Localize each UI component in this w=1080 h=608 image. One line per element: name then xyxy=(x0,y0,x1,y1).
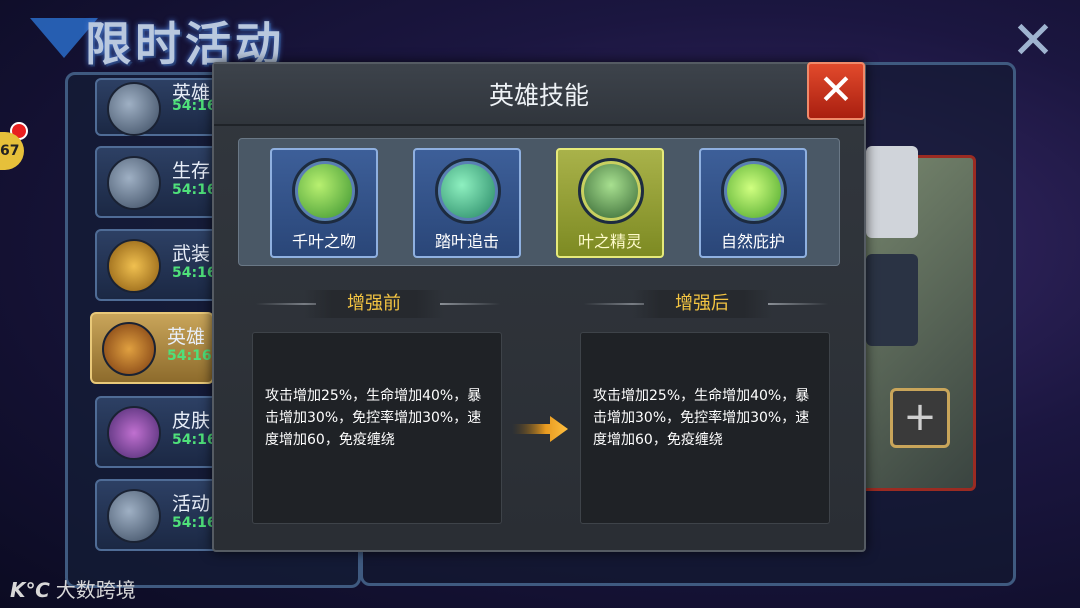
dialog-header: 英雄技能 xyxy=(214,64,864,126)
activity-icon xyxy=(107,82,161,136)
after-title: 增强后 xyxy=(632,290,772,318)
watermark: K℃ 大数跨境 xyxy=(10,574,136,603)
arrow-right-icon xyxy=(512,416,568,442)
before-title: 增强前 xyxy=(304,290,444,318)
list-item-timer: 54:16 xyxy=(172,98,217,114)
gift-box-icon xyxy=(107,406,161,460)
dialog-title: 英雄技能 xyxy=(488,81,589,110)
skill-label: 踏叶追击 xyxy=(434,232,499,251)
before-description: 攻击增加25%，生命增加40%，暴击增加30%，免控率增加30%，速度增加60，… xyxy=(265,388,482,448)
hero-profile-icon[interactable] xyxy=(866,254,918,346)
skill-tab-2[interactable]: 踏叶追击 xyxy=(413,148,521,258)
list-item-label: 武装 xyxy=(172,243,211,265)
skill-label: 千叶之吻 xyxy=(291,232,356,251)
skill-tab-4[interactable]: 自然庇护 xyxy=(699,148,807,258)
chest-icon xyxy=(107,156,161,210)
add-button[interactable]: + xyxy=(890,388,950,448)
divider xyxy=(768,303,828,305)
notes-icon[interactable] xyxy=(866,146,918,238)
skill-label: 叶之精灵 xyxy=(577,232,642,251)
before-description-box: 攻击增加25%，生命增加40%，暴击增加30%，免控率增加30%，速度增加60，… xyxy=(252,332,502,524)
list-item-timer: 54:16 xyxy=(167,348,212,364)
list-item-label: 活动 xyxy=(172,493,211,515)
leaf-dash-icon xyxy=(435,158,501,224)
skill-label: 自然庇护 xyxy=(720,232,785,251)
coins-icon xyxy=(107,239,161,293)
list-item-timer: 54:16 xyxy=(172,265,217,281)
after-description: 攻击增加25%，生命增加40%，暴击增加30%，免控率增加30%，速度增加60，… xyxy=(593,388,810,448)
after-description-box: 攻击增加25%，生命增加40%，暴击增加30%，免控率增加30%，速度增加60，… xyxy=(580,332,830,524)
nature-leaf-icon xyxy=(721,158,787,224)
list-item-label: 生存 xyxy=(172,160,211,182)
skill-tab-3[interactable]: 叶之精灵 xyxy=(556,148,664,258)
leaf-spirit-icon xyxy=(578,158,644,224)
list-item-label: 英雄 xyxy=(167,326,206,348)
megaphone-icon xyxy=(107,489,161,543)
list-item-timer: 54:16 xyxy=(172,182,217,198)
treasure-chest-icon xyxy=(102,322,156,376)
watermark-text: 大数跨境 xyxy=(55,578,136,602)
leaf-blade-icon xyxy=(292,158,358,224)
list-item-timer: 54:16 xyxy=(172,515,217,531)
list-item-label: 皮肤 xyxy=(172,410,211,432)
close-icon[interactable]: ✕ xyxy=(1010,15,1056,67)
list-item-timer: 54:16 xyxy=(172,432,217,448)
list-item-selected[interactable]: 英雄 54:16 xyxy=(90,312,214,384)
watermark-logo: K℃ xyxy=(10,578,50,602)
divider xyxy=(440,303,500,305)
skill-tab-1[interactable]: 千叶之吻 xyxy=(270,148,378,258)
dialog-close-button[interactable]: ✕ xyxy=(807,62,865,120)
